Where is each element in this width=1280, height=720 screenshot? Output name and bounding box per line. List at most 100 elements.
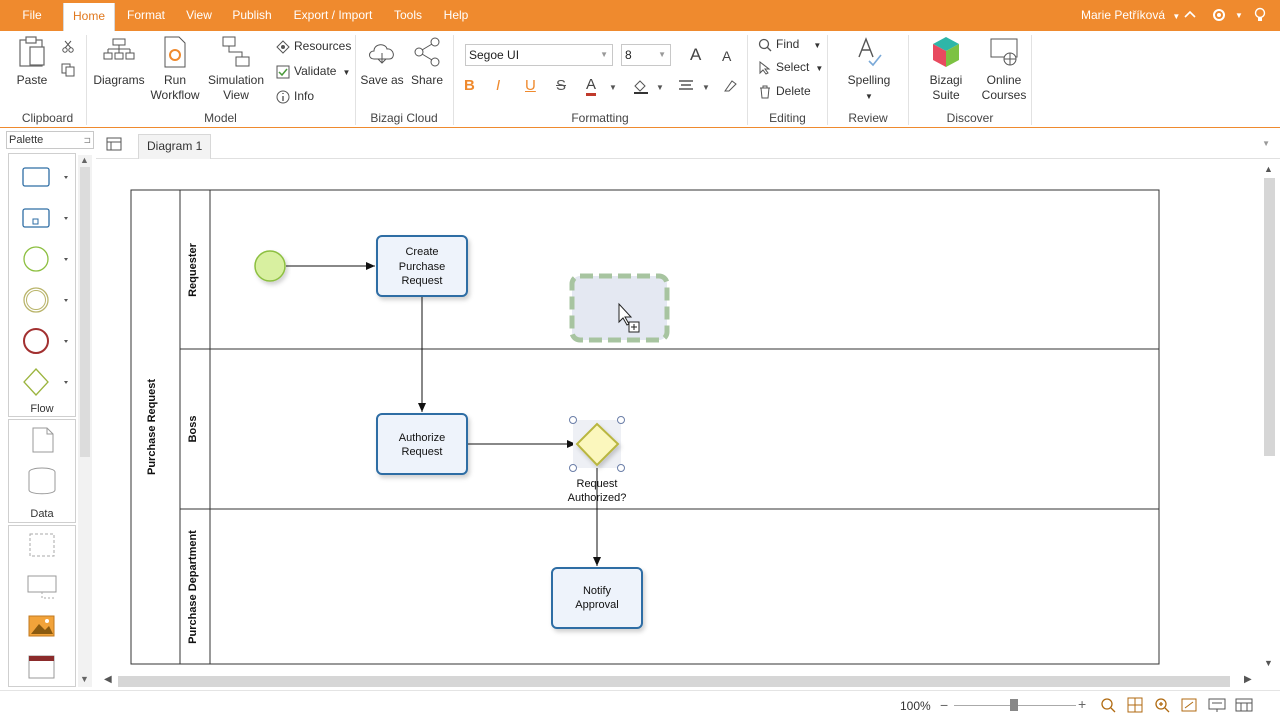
simulation-label-1: Simulation: [207, 73, 265, 87]
scroll-thumb[interactable]: [118, 676, 1230, 687]
selection-handle[interactable]: [569, 416, 577, 424]
scroll-down-icon[interactable]: ▼: [1264, 658, 1273, 668]
font-color-button[interactable]: A: [586, 77, 597, 96]
simulation-label-2: View: [223, 88, 249, 102]
grow-font-icon[interactable]: A: [690, 45, 701, 65]
gateway-icon[interactable]: [23, 368, 68, 396]
shrink-font-icon[interactable]: A: [722, 48, 731, 64]
resources-button[interactable]: Resources: [276, 37, 351, 55]
save-as-button[interactable]: Save as: [360, 35, 404, 88]
image-icon[interactable]: [28, 615, 55, 637]
align-icon[interactable]: [678, 79, 694, 96]
chevron-down-icon[interactable]: ▼: [656, 83, 664, 92]
fit-page-icon[interactable]: [1181, 697, 1197, 716]
fit-grid-icon[interactable]: [1127, 697, 1143, 716]
diagram-overview-icon[interactable]: [106, 137, 122, 154]
scroll-right-icon[interactable]: ▶: [1244, 674, 1252, 685]
header-icon[interactable]: [28, 655, 55, 679]
tab-home[interactable]: Home: [63, 3, 115, 31]
diagrams-icon: [103, 38, 135, 60]
intermediate-event-icon[interactable]: [23, 287, 68, 313]
cut-icon[interactable]: [61, 39, 75, 56]
tab-list-icon[interactable]: ▼: [1262, 139, 1270, 148]
zoom-fit-icon[interactable]: [1154, 697, 1170, 716]
scroll-up-icon[interactable]: ▲: [80, 155, 89, 165]
italic-button[interactable]: I: [496, 77, 500, 94]
bold-button[interactable]: B: [464, 77, 475, 94]
task-shape-icon[interactable]: [22, 167, 68, 187]
zoom-in-icon[interactable]: +: [1078, 696, 1086, 712]
share-button[interactable]: Share: [406, 35, 448, 88]
group-icon[interactable]: [29, 533, 55, 557]
scroll-up-icon[interactable]: ▲: [1264, 164, 1273, 174]
info-button[interactable]: Info: [276, 87, 314, 105]
lightbulb-icon[interactable]: [1254, 7, 1266, 26]
tab-file[interactable]: File: [12, 0, 52, 31]
spelling-icon: [858, 37, 882, 67]
underline-button[interactable]: U: [525, 77, 536, 94]
task-authorize-request[interactable]: Authorize Request: [376, 413, 468, 475]
selection-handle[interactable]: [569, 464, 577, 472]
selection-handle[interactable]: [617, 464, 625, 472]
tab-diagram-1[interactable]: Diagram 1: [138, 134, 212, 159]
bizagi-suite-button[interactable]: Bizagi Suite: [915, 35, 977, 103]
delete-button[interactable]: Delete: [758, 82, 811, 100]
tab-tools[interactable]: Tools: [388, 0, 428, 31]
run-workflow-button[interactable]: Run Workflow: [148, 35, 202, 103]
zoom-slider-thumb[interactable]: [1010, 699, 1018, 711]
scroll-left-icon[interactable]: ◀: [104, 674, 112, 685]
scroll-thumb[interactable]: [80, 167, 90, 457]
scroll-down-icon[interactable]: ▼: [80, 674, 89, 684]
presentation-icon[interactable]: [1208, 697, 1226, 716]
canvas-horizontal-scrollbar[interactable]: ◀ ▶: [96, 672, 1260, 690]
gear-icon[interactable]: [1211, 7, 1227, 26]
validate-button[interactable]: Validate ▼: [276, 62, 350, 80]
pool-purchase-request[interactable]: Purchase Request: [130, 189, 1160, 665]
scroll-thumb[interactable]: [1264, 178, 1275, 456]
tab-format[interactable]: Format: [120, 0, 172, 31]
palette-search[interactable]: Palette ⊐: [6, 131, 94, 149]
palette-scrollbar[interactable]: ▲ ▼: [78, 155, 92, 687]
flow-section-label: Flow: [30, 403, 54, 415]
find-button[interactable]: Find ▼: [758, 35, 821, 53]
font-family-select[interactable]: Segoe UI ▼: [465, 44, 613, 66]
collapse-ribbon-icon[interactable]: [1183, 7, 1197, 24]
clear-format-icon[interactable]: [722, 79, 738, 96]
settings-dropdown-icon[interactable]: ▼: [1235, 11, 1243, 20]
font-size-select[interactable]: 8 ▼: [621, 44, 671, 66]
strikethrough-button[interactable]: S: [556, 77, 566, 94]
fill-color-icon[interactable]: [632, 78, 650, 97]
user-menu[interactable]: Marie Petříková ▼: [1081, 0, 1180, 31]
start-event-icon[interactable]: [23, 246, 68, 272]
task-notify-approval[interactable]: Notify Approval: [551, 567, 643, 629]
spelling-button[interactable]: Spelling ▼: [843, 35, 895, 104]
task-create-purchase-request[interactable]: Create Purchase Request: [376, 235, 468, 297]
paste-button[interactable]: Paste: [12, 35, 52, 88]
online-courses-button[interactable]: Online Courses: [981, 35, 1027, 103]
zoom-100-icon[interactable]: [1100, 697, 1116, 716]
pin-icon[interactable]: ⊐: [83, 132, 91, 148]
lane-boss[interactable]: Boss: [187, 416, 199, 443]
diagrams-button[interactable]: Diagrams: [93, 35, 145, 88]
subprocess-shape-icon[interactable]: [22, 208, 68, 228]
data-object-icon[interactable]: [32, 427, 54, 453]
diagram-canvas[interactable]: Purchase Request Requester Boss Purchase…: [96, 160, 1260, 672]
chevron-down-icon[interactable]: ▼: [609, 83, 617, 92]
tab-export-import[interactable]: Export / Import: [288, 0, 378, 31]
simulation-view-button[interactable]: Simulation View: [205, 35, 267, 103]
selection-handle[interactable]: [617, 416, 625, 424]
tab-publish[interactable]: Publish: [228, 0, 276, 31]
overview-icon[interactable]: [1235, 697, 1253, 716]
end-event-icon[interactable]: [23, 328, 68, 354]
tab-help[interactable]: Help: [438, 0, 474, 31]
canvas-vertical-scrollbar[interactable]: ▲ ▼: [1260, 160, 1280, 672]
start-event[interactable]: [254, 250, 286, 282]
chevron-down-icon[interactable]: ▼: [702, 83, 710, 92]
lane-purchase-department[interactable]: Purchase Department: [187, 530, 199, 644]
zoom-out-icon[interactable]: −: [940, 697, 948, 713]
copy-icon[interactable]: [61, 63, 75, 80]
tab-view[interactable]: View: [180, 0, 218, 31]
annotation-icon[interactable]: [27, 575, 57, 599]
data-store-icon[interactable]: [28, 467, 56, 495]
select-button[interactable]: Select ▼: [758, 58, 823, 76]
